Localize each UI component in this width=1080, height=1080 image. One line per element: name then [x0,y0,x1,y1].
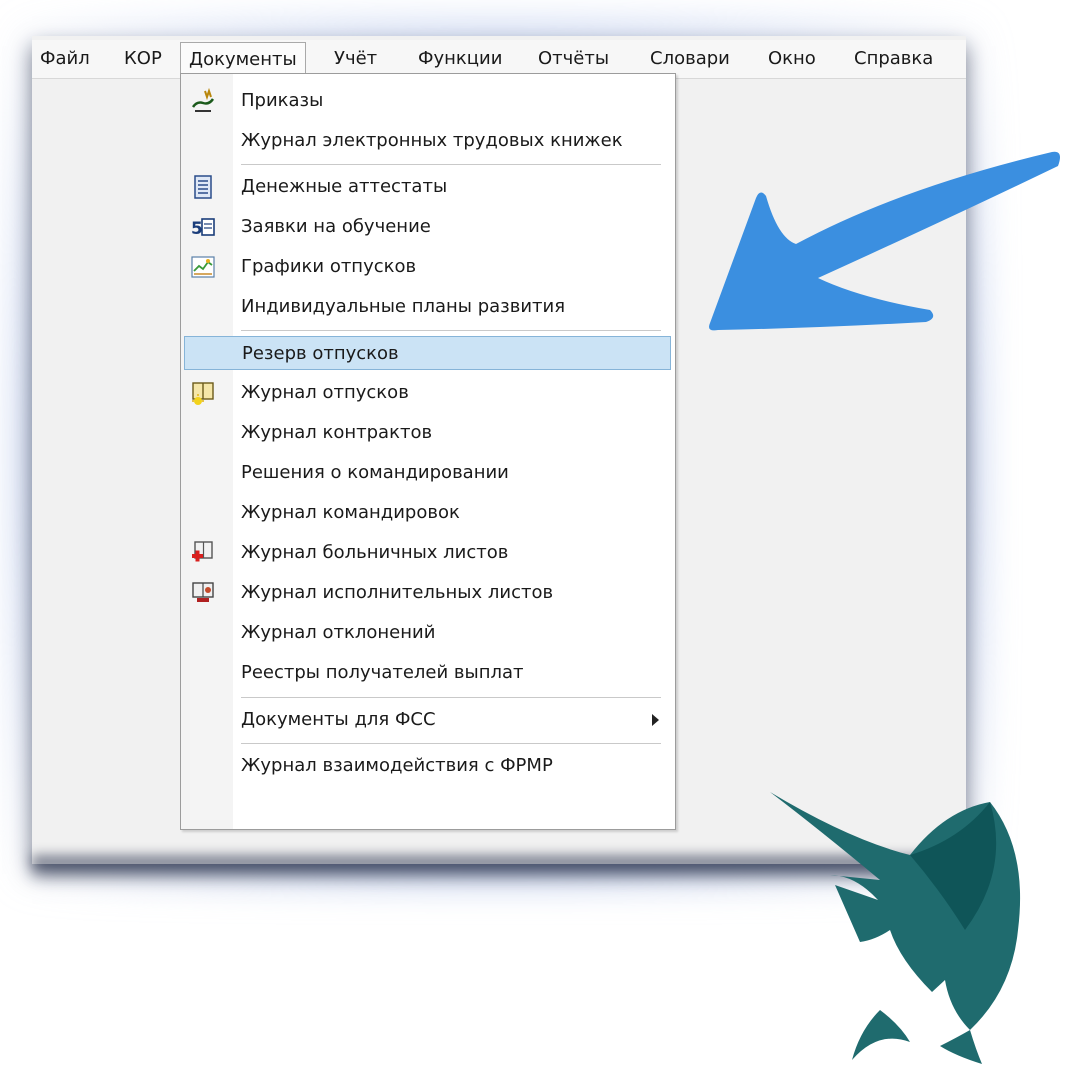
menu-item-label: Журнал отклонений [241,622,436,643]
training-icon: 5 [191,218,215,239]
menu-item-label: Документы для ФСС [241,709,436,730]
menu-functions[interactable]: Функции [410,44,510,74]
menu-item-label: Заявки на обучение [241,216,431,237]
menu-item-payees-registers[interactable]: Реестры получателей выплат [181,656,675,690]
menu-separator [241,164,661,165]
menu-item-label: Журнал больничных листов [241,542,509,563]
menu-item-fss-documents[interactable]: Документы для ФСС [181,703,675,737]
menu-item-vacation-journal[interactable]: Журнал отпусков [181,376,675,410]
menu-item-contracts-journal[interactable]: Журнал контрактов [181,416,675,450]
orders-icon [191,87,215,112]
menu-item-money-attestats[interactable]: Денежные аттестаты [181,170,675,204]
menu-item-writs-journal[interactable]: Журнал исполнительных листов [181,576,675,610]
menu-separator [241,330,661,331]
menu-item-business-trips-journal[interactable]: Журнал командировок [181,496,675,530]
menu-item-label: Приказы [241,90,324,111]
menu-item-label: Журнал электронных трудовых книжек [241,130,623,151]
menu-item-etk-journal[interactable]: Журнал электронных трудовых книжек [181,124,675,158]
menu-item-label: Журнал отпусков [241,382,409,403]
menu-item-label: Решения о командировании [241,462,509,483]
vacation-chart-icon [191,256,215,278]
menu-item-label: Графики отпусков [241,256,417,277]
attestat-icon [194,175,212,199]
menu-help[interactable]: Справка [846,44,941,74]
menu-dictionaries[interactable]: Словари [642,44,738,74]
menu-item-business-trip-decisions[interactable]: Решения о командировании [181,456,675,490]
vacation-journal-icon [192,382,214,405]
menu-item-label: Журнал взаимодействия с ФРМР [241,755,553,776]
menu-item-label: Резерв отпусков [242,343,399,364]
submenu-arrow-icon [652,714,659,726]
menu-item-label: Журнал контрактов [241,422,433,443]
menu-item-deviations-journal[interactable]: Журнал отклонений [181,616,675,650]
sick-leave-icon [192,541,213,562]
menu-item-label: Журнал исполнительных листов [241,582,554,603]
menu-separator [241,697,661,698]
menu-item-orders[interactable]: Приказы [181,84,675,118]
menu-item-label: Журнал командировок [241,502,460,523]
annotation-arrow-icon [709,151,1060,331]
menu-item-label: Реестры получателей выплат [241,662,524,683]
svg-text:5: 5 [191,219,203,239]
menu-item-development-plans[interactable]: Индивидуальные планы развития [181,290,675,324]
menu-kor[interactable]: КОР [116,44,170,74]
writs-icon [192,582,214,602]
menu-reports[interactable]: Отчёты [530,44,617,74]
menu-accounting[interactable]: Учёт [326,44,385,74]
menu-window[interactable]: Окно [760,44,824,74]
menu-item-training-requests[interactable]: 5 Заявки на обучение [181,210,675,244]
menu-item-label: Денежные аттестаты [241,176,448,197]
menu-separator [241,743,661,744]
menu-item-label: Индивидуальные планы развития [241,296,566,317]
menu-item-vacation-reserve[interactable]: Резерв отпусков [184,336,671,370]
documents-dropdown: Приказы Журнал электронных трудовых книж… [180,73,676,830]
menu-item-vacation-schedules[interactable]: Графики отпусков [181,250,675,284]
menu-item-frmr-interaction[interactable]: Журнал взаимодействия с ФРМР [181,749,675,783]
swordfish-logo-icon [770,792,1021,1064]
menu-item-sick-leave-journal[interactable]: Журнал больничных листов [181,536,675,570]
menu-file[interactable]: Файл [32,44,98,74]
